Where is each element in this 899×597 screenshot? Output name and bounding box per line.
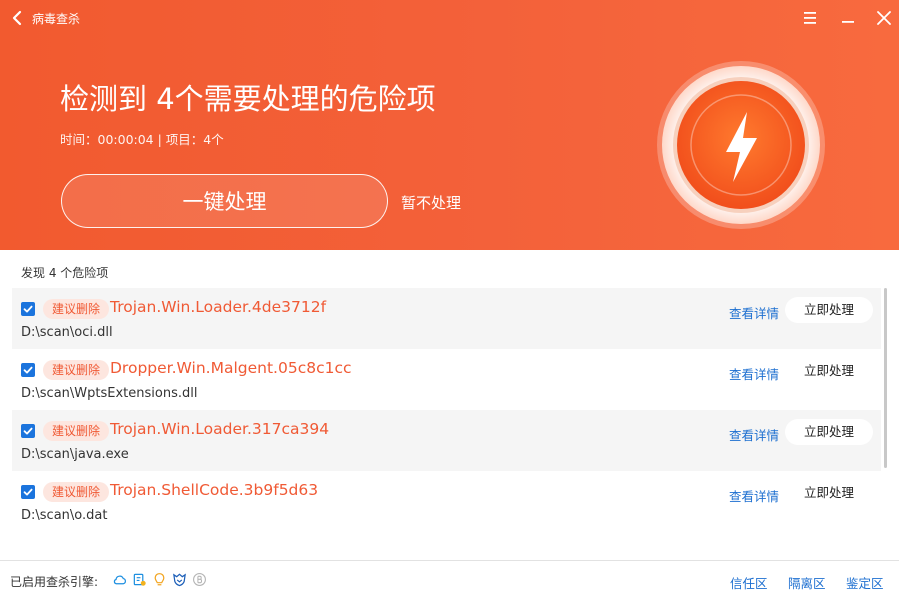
threat-row: 建议删除 Trojan.Win.Loader.4de3712f D:\scan\… xyxy=(12,288,881,349)
threat-checkbox[interactable] xyxy=(21,302,35,316)
ai-engine-icon[interactable] xyxy=(132,572,147,587)
scan-result-header: 病毒查杀 检测到 4个需要处理的危险项 时间：00:00:04 | 项目：4个 … xyxy=(0,0,899,250)
fix-now-button[interactable]: 立即处理 xyxy=(785,480,873,506)
suggest-delete-badge: 建议删除 xyxy=(43,299,110,319)
back-arrow-icon[interactable] xyxy=(10,10,26,26)
threat-checkbox[interactable] xyxy=(21,485,35,499)
threat-row: 建议删除 Trojan.Win.Loader.317ca394 D:\scan\… xyxy=(12,410,881,471)
appraisal-zone-link[interactable]: 鉴定区 xyxy=(846,573,884,592)
threat-checkbox[interactable] xyxy=(21,363,35,377)
trust-zone-link[interactable]: 信任区 xyxy=(730,573,768,592)
threat-name: Trojan.Win.Loader.4de3712f xyxy=(110,298,327,316)
suggest-delete-badge: 建议删除 xyxy=(43,482,110,502)
file-path: D:\scan\oci.dll xyxy=(21,325,113,340)
fix-now-button[interactable]: 立即处理 xyxy=(785,419,873,445)
threat-row: 建议删除 Trojan.ShellCode.3b9f5d63 D:\scan\o… xyxy=(12,471,881,532)
fix-now-button[interactable]: 立即处理 xyxy=(785,358,873,384)
file-path: D:\scan\WptsExtensions.dll xyxy=(21,386,198,401)
suggest-delete-badge: 建议删除 xyxy=(43,360,110,380)
close-icon[interactable] xyxy=(872,6,896,30)
check-icon xyxy=(23,305,33,313)
quarantine-zone-link[interactable]: 隔离区 xyxy=(788,573,826,592)
check-icon xyxy=(23,488,33,496)
threat-row: 建议删除 Dropper.Win.Malgent.05c8c1cc D:\sca… xyxy=(12,349,881,410)
skip-button[interactable]: 暂不处理 xyxy=(401,192,461,213)
threat-list-area: 发现 4 个危险项 建议删除 Trojan.Win.Loader.4de3712… xyxy=(0,250,899,560)
suggest-delete-badge: 建议删除 xyxy=(43,421,110,441)
title-bar: 病毒查杀 xyxy=(0,0,899,36)
file-path: D:\scan\java.exe xyxy=(21,447,129,462)
fix-all-button[interactable]: 一键处理 xyxy=(61,174,388,228)
fix-now-button[interactable]: 立即处理 xyxy=(785,297,873,323)
result-headline: 检测到 4个需要处理的危险项 xyxy=(60,82,436,116)
cloud-engine-icon[interactable] xyxy=(112,572,127,587)
minimize-icon[interactable] xyxy=(836,6,860,30)
threat-name: Trojan.ShellCode.3b9f5d63 xyxy=(110,481,319,499)
kunpeng-engine-icon[interactable] xyxy=(172,572,187,587)
file-path: D:\scan\o.dat xyxy=(21,508,108,523)
view-details-link[interactable]: 查看详情 xyxy=(729,364,779,383)
view-details-link[interactable]: 查看详情 xyxy=(729,425,779,444)
list-scrollbar[interactable] xyxy=(884,288,887,468)
threat-name: Trojan.Win.Loader.317ca394 xyxy=(110,420,330,438)
found-count-label: 发现 4 个危险项 xyxy=(21,266,109,280)
check-icon xyxy=(23,366,33,374)
status-footer: 已启用查杀引擎: 信任区 隔离区 鉴定区 xyxy=(0,560,899,597)
threat-checkbox[interactable] xyxy=(21,424,35,438)
threat-name: Dropper.Win.Malgent.05c8c1cc xyxy=(110,359,352,377)
bitdefender-engine-icon[interactable] xyxy=(192,572,207,587)
scan-meta: 时间：00:00:04 | 项目：4个 xyxy=(60,132,224,147)
view-details-link[interactable]: 查看详情 xyxy=(729,486,779,505)
window-title: 病毒查杀 xyxy=(32,12,81,26)
danger-lightning-icon xyxy=(657,61,825,229)
qvm-engine-icon[interactable] xyxy=(152,572,167,587)
menu-icon[interactable] xyxy=(798,6,822,30)
view-details-link[interactable]: 查看详情 xyxy=(729,303,779,322)
engines-label: 已启用查杀引擎: xyxy=(10,575,99,589)
check-icon xyxy=(23,427,33,435)
